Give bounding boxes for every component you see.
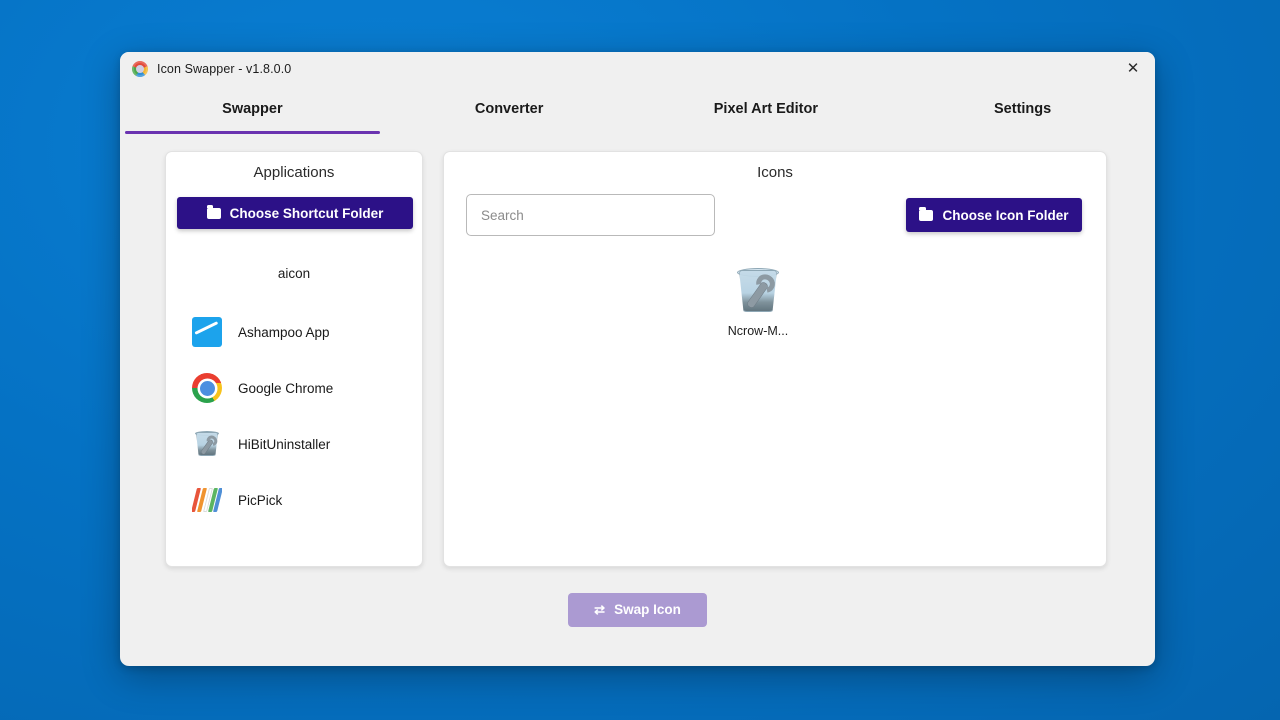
choose-icon-folder-button[interactable]: Choose Icon Folder xyxy=(906,198,1082,232)
desktop-background: Icon Swapper - v1.8.0.0 ✕ Swapper Conver… xyxy=(0,0,1280,720)
trash-wrench-icon xyxy=(192,429,222,459)
application-name: Ashampoo App xyxy=(238,324,330,340)
choose-icon-folder-label: Choose Icon Folder xyxy=(942,207,1069,223)
ashampoo-icon xyxy=(192,317,222,347)
application-name: HiBitUninstaller xyxy=(238,436,331,452)
applications-panel-title: Applications xyxy=(253,164,335,181)
tab-bar: Swapper Converter Pixel Art Editor Setti… xyxy=(120,85,1155,134)
icon-name: Ncrow-M... xyxy=(727,324,789,338)
search-input[interactable] xyxy=(466,194,715,236)
icon-grid: Ncrow-M... xyxy=(444,264,1106,338)
app-logo-icon xyxy=(132,60,148,77)
footer-bar: ⇄ Swap Icon xyxy=(120,567,1155,652)
list-item[interactable]: HiBitUninstaller xyxy=(166,416,422,472)
list-item[interactable]: Ncrow-M... xyxy=(712,264,804,338)
tab-pixel-art-editor[interactable]: Pixel Art Editor xyxy=(638,85,895,133)
chrome-icon xyxy=(192,373,222,403)
folder-icon xyxy=(919,206,934,221)
application-name: Google Chrome xyxy=(238,380,334,396)
applications-panel: Applications Choose Shortcut Folder aico… xyxy=(165,151,423,567)
list-item[interactable]: Google Chrome xyxy=(166,360,422,416)
folder-icon xyxy=(206,204,221,219)
application-list: Ashampoo App Google Chrome HiBitUninstal… xyxy=(166,304,422,528)
close-icon[interactable]: ✕ xyxy=(1111,52,1155,85)
swap-arrows-icon: ⇄ xyxy=(594,602,606,617)
swap-icon-label: Swap Icon xyxy=(614,602,681,617)
app-window: Icon Swapper - v1.8.0.0 ✕ Swapper Conver… xyxy=(120,52,1155,666)
main-content: Applications Choose Shortcut Folder aico… xyxy=(120,133,1155,567)
icons-panel-title: Icons xyxy=(757,164,793,181)
tab-settings[interactable]: Settings xyxy=(894,85,1151,133)
window-title: Icon Swapper - v1.8.0.0 xyxy=(157,61,292,76)
choose-shortcut-folder-button[interactable]: Choose Shortcut Folder xyxy=(177,197,413,229)
tab-converter[interactable]: Converter xyxy=(381,85,638,133)
application-name: PicPick xyxy=(238,492,283,508)
picpick-icon xyxy=(192,485,222,515)
trash-wrench-icon xyxy=(732,264,784,316)
list-item[interactable]: PicPick xyxy=(166,472,422,528)
icons-panel: Icons Choose Icon Folder Ncrow-M... xyxy=(443,151,1107,567)
tab-swapper[interactable]: Swapper xyxy=(124,85,381,134)
current-folder-name: aicon xyxy=(277,266,311,281)
title-bar: Icon Swapper - v1.8.0.0 ✕ xyxy=(120,52,1155,85)
list-item[interactable]: Ashampoo App xyxy=(166,304,422,360)
swap-icon-button[interactable]: ⇄ Swap Icon xyxy=(568,592,707,627)
choose-shortcut-folder-label: Choose Shortcut Folder xyxy=(229,205,384,221)
